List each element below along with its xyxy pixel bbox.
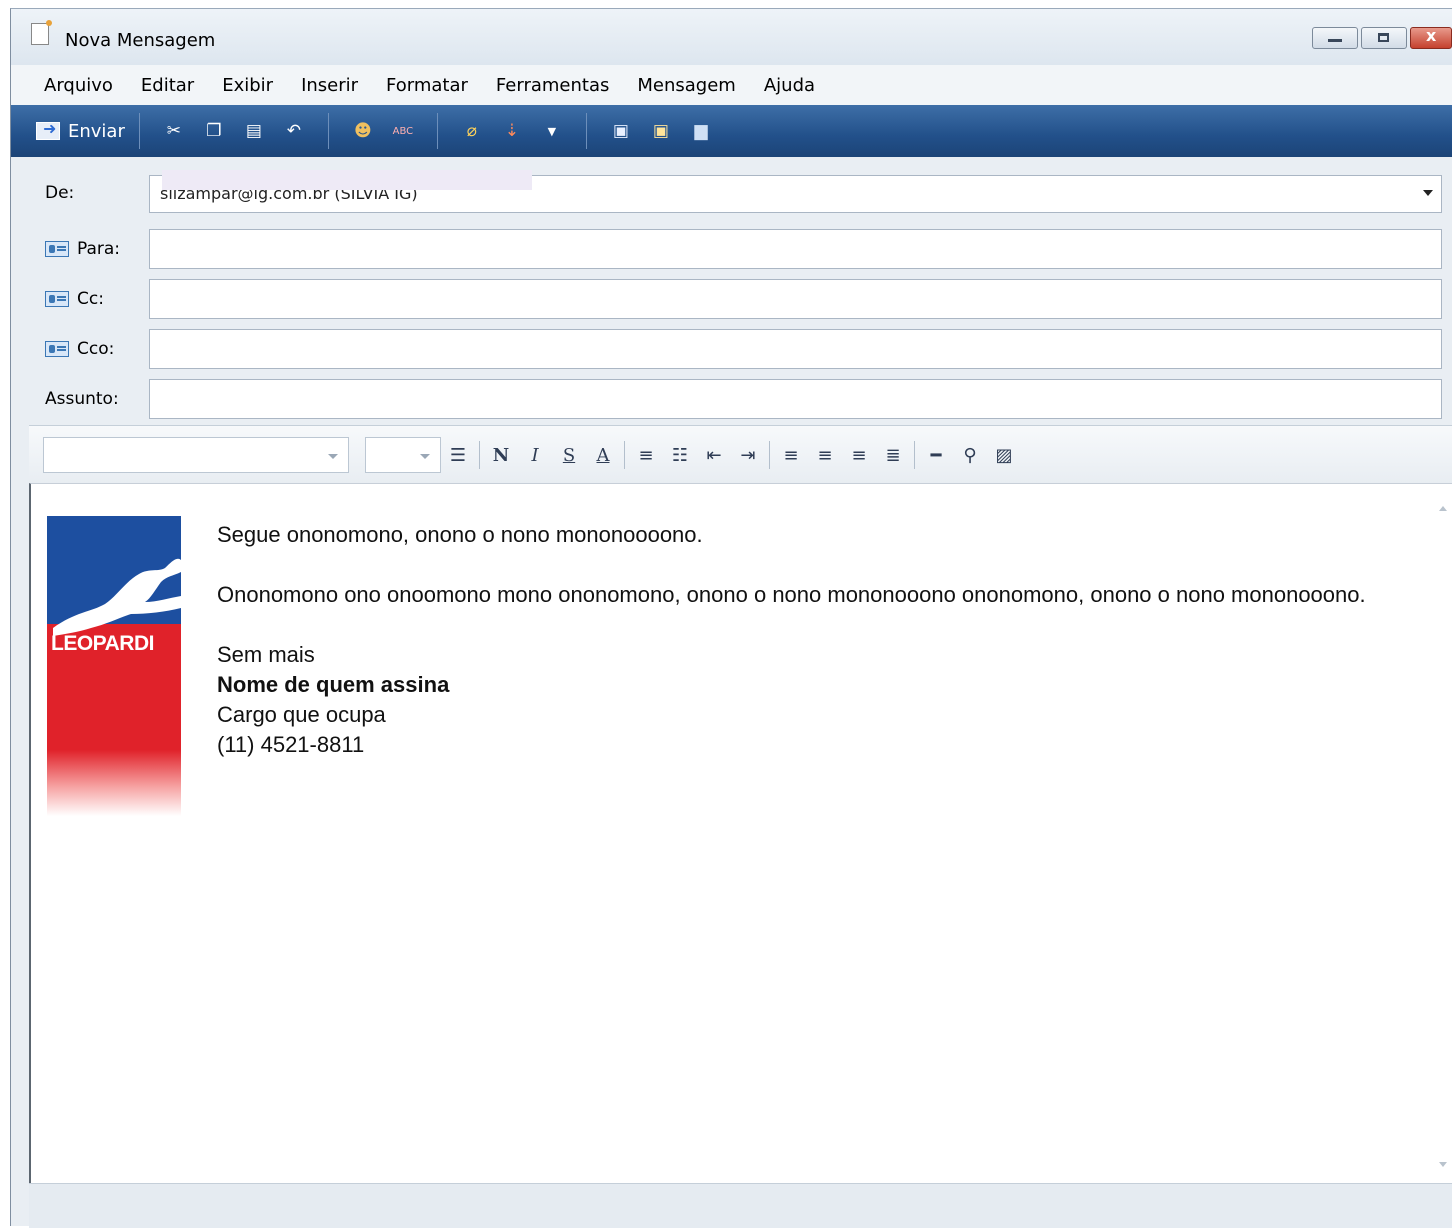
- menu-bar: Arquivo Editar Exibir Inserir Formatar F…: [11, 65, 1452, 105]
- body-line-2: Ononomono ono onoomono mono ononomono, o…: [217, 582, 1366, 607]
- insert-picture-icon[interactable]: ▨: [995, 445, 1013, 466]
- format-separator: [769, 441, 770, 469]
- signer-role: Cargo que ocupa: [217, 702, 386, 727]
- message-body-editor[interactable]: LEOPARDI Segue ononomono, onono o nono m…: [29, 483, 1452, 1183]
- undo-icon[interactable]: ↶: [283, 120, 305, 142]
- bcc-label-button[interactable]: Cco:: [45, 339, 114, 359]
- priority-dropdown-icon[interactable]: ▼: [541, 120, 563, 142]
- underline-button[interactable]: S: [560, 445, 578, 466]
- address-book-icon: [45, 291, 69, 307]
- new-message-icon: [31, 20, 52, 45]
- maximize-button[interactable]: [1361, 27, 1407, 49]
- align-center-icon[interactable]: ≡: [816, 445, 834, 466]
- body-line-1: Segue ononomono, onono o nono mononoooon…: [217, 522, 703, 547]
- horizontal-line-icon[interactable]: ━: [927, 445, 945, 466]
- menu-exibir[interactable]: Exibir: [208, 75, 287, 96]
- logo-wordmark: LEOPARDI: [51, 632, 154, 655]
- main-toolbar: Enviar ✂ ❐ ▤ ↶ ☻ ABC ⌀ ⇣ ▼ ▣ ▣ ▆: [11, 105, 1452, 157]
- from-label: De:: [45, 183, 75, 203]
- menu-editar[interactable]: Editar: [127, 75, 208, 96]
- message-text: Segue ononomono, onono o nono mononoooon…: [217, 520, 1442, 760]
- format-separator: [624, 441, 625, 469]
- closing-text: Sem mais: [217, 642, 315, 667]
- sign-icon[interactable]: ▣: [610, 120, 632, 142]
- subject-field[interactable]: [149, 379, 1442, 419]
- justify-icon[interactable]: ≣: [884, 445, 902, 466]
- window-controls: [1309, 26, 1452, 49]
- to-row: Para:: [11, 229, 1452, 269]
- scroll-up-arrow-icon[interactable]: [1439, 506, 1447, 511]
- decrease-indent-icon[interactable]: ⇤: [705, 445, 723, 466]
- to-label-button[interactable]: Para:: [45, 239, 120, 259]
- menu-ajuda[interactable]: Ajuda: [750, 75, 829, 96]
- cut-icon[interactable]: ✂: [163, 120, 185, 142]
- bold-button[interactable]: N: [492, 445, 510, 466]
- header-fields: De: silzampar@ig.com.br (SILVIA IG) Para…: [11, 157, 1452, 425]
- bcc-label: Cco:: [77, 339, 115, 359]
- redaction-overlay: [162, 170, 532, 190]
- send-icon: [36, 119, 60, 140]
- font-name-select[interactable]: [43, 437, 349, 473]
- address-book-icon: [45, 341, 69, 357]
- check-names-icon[interactable]: ☻: [352, 120, 374, 142]
- cc-label: Cc:: [77, 289, 104, 309]
- spelling-icon[interactable]: ABC: [392, 120, 414, 142]
- window-title: Nova Mensagem: [65, 30, 216, 51]
- align-left-icon[interactable]: ≡: [782, 445, 800, 466]
- cc-field[interactable]: [149, 279, 1442, 319]
- encrypt-icon[interactable]: ▣: [650, 120, 672, 142]
- toolbar-separator: [138, 113, 140, 149]
- menu-inserir[interactable]: Inserir: [287, 75, 372, 96]
- increase-indent-icon[interactable]: ⇥: [739, 445, 757, 466]
- minimize-button[interactable]: [1312, 27, 1358, 49]
- vertical-scrollbar[interactable]: [1434, 484, 1452, 1183]
- from-row: De: silzampar@ig.com.br (SILVIA IG): [11, 157, 1452, 213]
- subject-label: Assunto:: [45, 389, 119, 409]
- menu-arquivo[interactable]: Arquivo: [11, 75, 127, 96]
- signer-phone: (11) 4521-8811: [217, 732, 365, 757]
- toolbar-separator: [585, 113, 587, 149]
- from-select[interactable]: silzampar@ig.com.br (SILVIA IG): [149, 170, 1442, 213]
- cc-label-button[interactable]: Cc:: [45, 289, 104, 309]
- format-separator: [914, 441, 915, 469]
- close-button[interactable]: [1410, 26, 1452, 49]
- menu-mensagem[interactable]: Mensagem: [623, 75, 749, 96]
- subject-row: Assunto:: [11, 379, 1452, 419]
- bullet-list-icon[interactable]: ☷: [671, 445, 689, 466]
- format-separator: [479, 441, 480, 469]
- toolbar-separator: [436, 113, 438, 149]
- signer-name: Nome de quem assina: [217, 672, 450, 697]
- to-field[interactable]: [149, 229, 1442, 269]
- italic-button[interactable]: I: [526, 445, 544, 466]
- priority-icon[interactable]: ⇣: [501, 120, 523, 142]
- bcc-row: Cco:: [11, 329, 1452, 369]
- bcc-field[interactable]: [149, 329, 1442, 369]
- font-color-button[interactable]: A: [594, 445, 612, 466]
- work-offline-icon[interactable]: ▆: [690, 120, 712, 142]
- address-book-icon: [45, 241, 69, 257]
- numbered-list-icon[interactable]: ≡: [637, 445, 655, 466]
- align-right-icon[interactable]: ≡: [850, 445, 868, 466]
- send-button[interactable]: Enviar: [36, 119, 125, 142]
- font-size-select[interactable]: [365, 437, 441, 473]
- hyperlink-icon[interactable]: ⚲: [961, 445, 979, 466]
- cc-row: Cc:: [11, 279, 1452, 319]
- title-bar: Nova Mensagem: [11, 9, 1452, 65]
- leopardi-logo: LEOPARDI: [47, 516, 181, 816]
- copy-icon[interactable]: ❐: [203, 120, 225, 142]
- menu-formatar[interactable]: Formatar: [372, 75, 482, 96]
- send-label: Enviar: [68, 120, 125, 142]
- status-bar: [29, 1183, 1452, 1228]
- scroll-down-arrow-icon[interactable]: [1439, 1162, 1447, 1167]
- attach-icon[interactable]: ⌀: [461, 120, 483, 142]
- message-window: Nova Mensagem Arquivo Editar Exibir Inse…: [10, 8, 1452, 1228]
- paragraph-style-icon[interactable]: ☰: [449, 445, 467, 466]
- chevron-down-icon: [1423, 190, 1433, 196]
- formatting-toolbar: ☰ N I S A ≡ ☷ ⇤ ⇥ ≡ ≡ ≡ ≣ ━ ⚲ ▨: [29, 425, 1452, 484]
- menu-ferramentas[interactable]: Ferramentas: [482, 75, 623, 96]
- to-label: Para:: [77, 239, 121, 259]
- paste-icon[interactable]: ▤: [243, 120, 265, 142]
- toolbar-separator: [327, 113, 329, 149]
